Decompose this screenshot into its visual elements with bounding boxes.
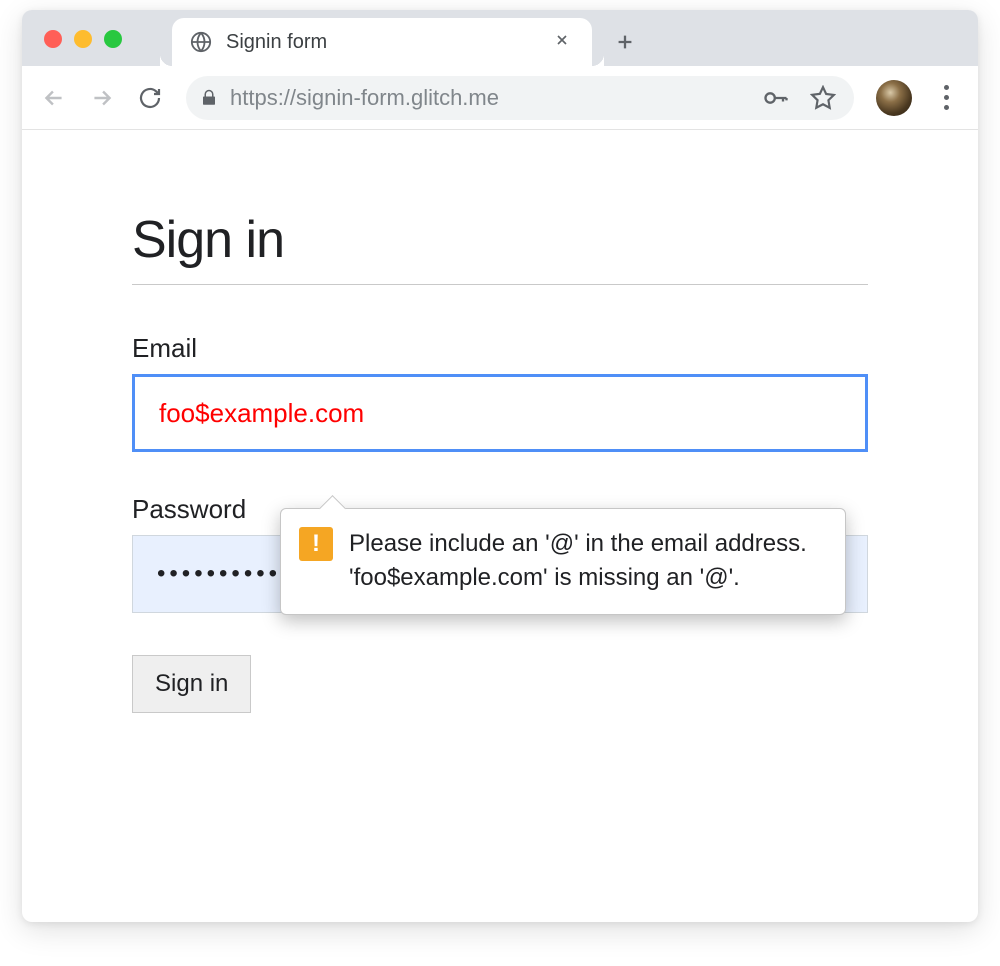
validation-tooltip: Please include an '@' in the email addre…	[280, 508, 846, 615]
reload-button[interactable]	[130, 78, 170, 118]
maximize-window-button[interactable]	[104, 30, 122, 48]
email-input[interactable]	[132, 374, 868, 452]
address-bar[interactable]	[186, 76, 854, 120]
browser-menu-button[interactable]	[926, 78, 966, 118]
validation-message: Please include an '@' in the email addre…	[349, 527, 823, 594]
tab-bar: Signin form	[22, 10, 978, 66]
back-button[interactable]	[34, 78, 74, 118]
tab-title: Signin form	[226, 31, 536, 54]
browser-tab[interactable]: Signin form	[172, 18, 592, 66]
profile-avatar[interactable]	[876, 80, 912, 116]
forward-button[interactable]	[82, 78, 122, 118]
email-field-group: Email	[132, 333, 868, 452]
page-content: Sign in Email Password Please include an…	[22, 130, 978, 922]
warning-icon	[299, 527, 333, 561]
signin-button[interactable]: Sign in	[132, 655, 251, 713]
password-field-group: Password Please include an '@' in the em…	[132, 494, 868, 613]
tab-close-button[interactable]	[550, 27, 574, 58]
globe-icon	[190, 31, 212, 53]
star-icon[interactable]	[806, 85, 840, 111]
url-input[interactable]	[230, 85, 746, 111]
key-icon[interactable]	[758, 84, 794, 112]
close-window-button[interactable]	[44, 30, 62, 48]
minimize-window-button[interactable]	[74, 30, 92, 48]
lock-icon	[200, 89, 218, 107]
browser-window: Signin form	[22, 10, 978, 922]
page-title: Sign in	[132, 210, 868, 285]
browser-toolbar	[22, 66, 978, 130]
email-label: Email	[132, 333, 868, 364]
window-controls	[44, 30, 122, 48]
